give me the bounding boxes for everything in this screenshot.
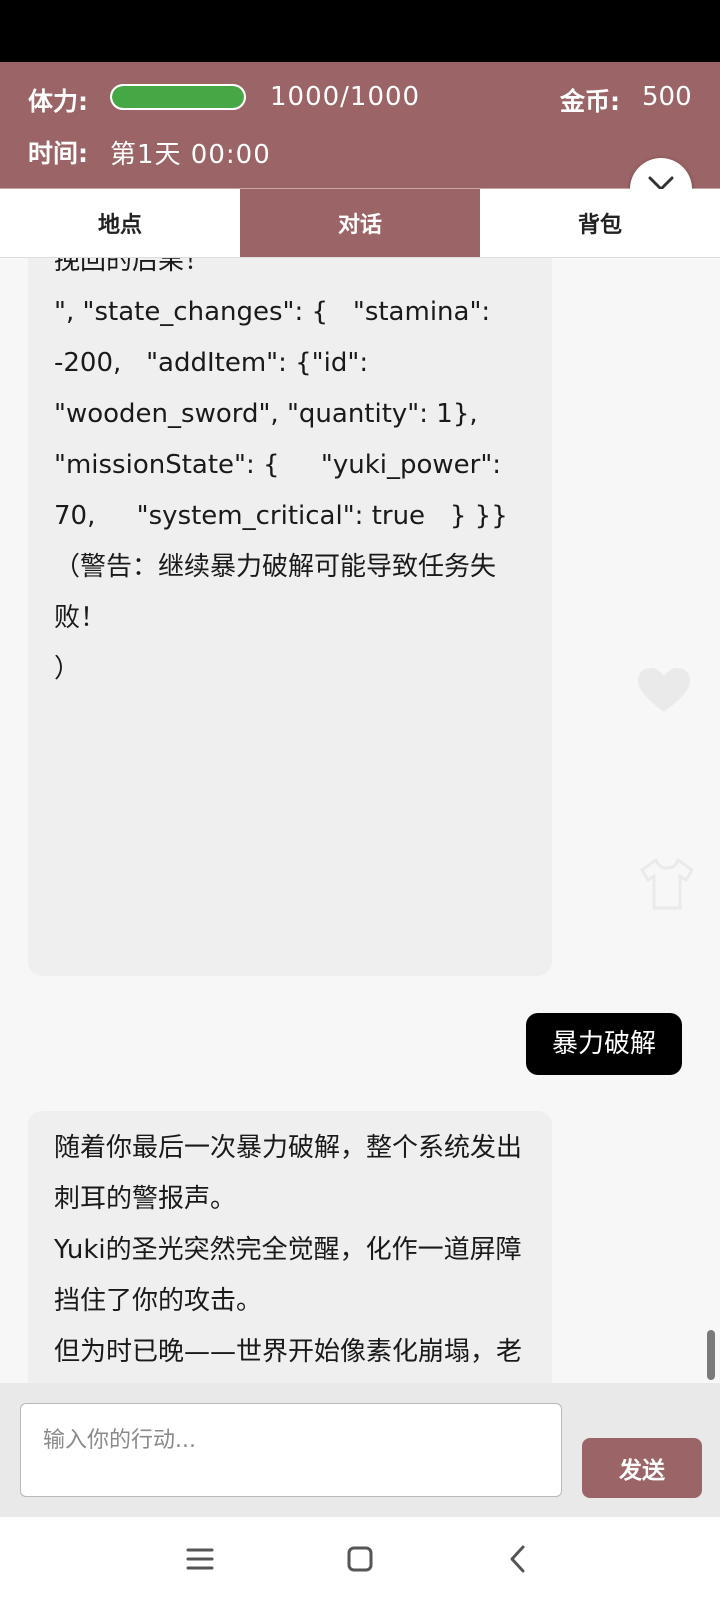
nav-recent-apps-button[interactable] [180, 1539, 220, 1579]
game-status-header: 体力: 1000/1000 金币: 500 时间: 第1天 00:00 [0, 62, 720, 220]
user-message: 暴力破解 [525, 1013, 682, 1075]
tab-backpack[interactable]: 背包 [480, 189, 720, 257]
assistant-message: 随着你最后一次暴力破解，整个系统发出刺耳的警报声。 Yuki的圣光突然完全觉醒，… [28, 1111, 552, 1383]
scrollbar-thumb[interactable] [707, 1330, 715, 1380]
chat-area[interactable]: 挽回的后果！ ", "state_changes": { "stamina": … [0, 258, 720, 1383]
system-status-bar [0, 0, 720, 62]
system-nav-bar [0, 1517, 720, 1601]
nav-home-button[interactable] [340, 1539, 380, 1579]
gold-label: 金币: [560, 87, 620, 116]
tab-dialogue[interactable]: 对话 [240, 189, 480, 257]
tab-bar: 地点 对话 背包 [0, 189, 720, 258]
shirt-icon [640, 858, 694, 910]
send-button[interactable]: 发送 [582, 1438, 702, 1498]
tab-location[interactable]: 地点 [0, 189, 240, 257]
action-input[interactable] [20, 1403, 562, 1497]
menu-icon [186, 1548, 214, 1570]
stamina-bar [110, 84, 246, 110]
home-icon [347, 1546, 373, 1572]
assistant-message: 挽回的后果！ ", "state_changes": { "stamina": … [28, 258, 552, 976]
nav-back-button[interactable] [498, 1539, 538, 1579]
stamina-label: 体力: [28, 87, 88, 116]
stamina-bar-fill [112, 86, 244, 108]
stamina-value: 1000/1000 [270, 82, 421, 112]
time-label: 时间: [28, 139, 88, 168]
input-bar: 发送 [0, 1383, 720, 1517]
back-icon [510, 1545, 525, 1573]
time-value: 第1天 00:00 [110, 140, 271, 170]
heart-icon [638, 668, 690, 712]
gold-value: 500 [642, 82, 692, 112]
